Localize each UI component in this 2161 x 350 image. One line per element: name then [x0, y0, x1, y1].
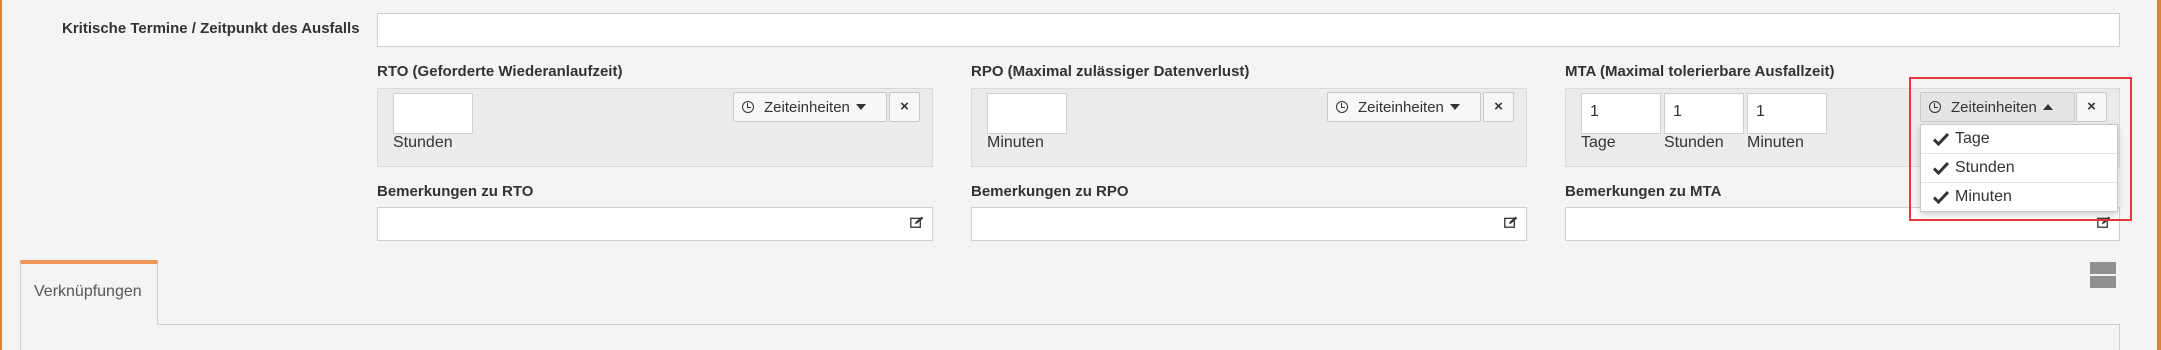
rto-remarks-input[interactable]: [377, 207, 933, 241]
tab-content-border-left: [20, 324, 21, 350]
mta-days-unit: Tage: [1581, 134, 1616, 151]
mta-minutes-input[interactable]: 1: [1747, 93, 1827, 134]
rto-remarks-label: Bemerkungen zu RTO: [377, 183, 534, 200]
rpo-timeunits-button[interactable]: Zeiteinheiten: [1327, 92, 1481, 122]
mta-hours-input[interactable]: 1: [1664, 93, 1744, 134]
rpo-remarks-label: Bemerkungen zu RPO: [971, 183, 1129, 200]
clock-icon: [1336, 101, 1348, 113]
mta-days-input[interactable]: 1: [1581, 93, 1661, 134]
rpo-label: RPO (Maximal zulässiger Datenverlust): [971, 63, 1250, 80]
rto-timeunits-label: Zeiteinheiten: [764, 98, 850, 116]
rpo-remarks-input[interactable]: [971, 207, 1527, 241]
rto-hours-input[interactable]: [393, 93, 473, 134]
rpo-remove-button[interactable]: ×: [1483, 92, 1514, 122]
tab-divider: [158, 324, 2120, 325]
mta-minutes-unit: Minuten: [1747, 134, 1804, 151]
rto-label: RTO (Geforderte Wiederanlaufzeit): [377, 63, 623, 80]
rto-remove-button[interactable]: ×: [889, 92, 920, 122]
rto-timeunits-button[interactable]: Zeiteinheiten: [733, 92, 887, 122]
caret-down-icon: [1449, 104, 1460, 110]
tab-content-border-right: [2119, 324, 2120, 350]
mta-label: MTA (Maximal tolerierbare Ausfallzeit): [1565, 63, 1835, 80]
clock-icon: [742, 101, 754, 113]
critical-dates-input[interactable]: [377, 13, 2120, 47]
layout-toggle-icon[interactable]: [2090, 262, 2116, 288]
rto-panel: Stunden Zeiteinheiten ×: [377, 88, 933, 167]
mta-remarks-label: Bemerkungen zu MTA: [1565, 183, 1722, 200]
rpo-minutes-input[interactable]: [987, 93, 1067, 134]
mta-hours-unit: Stunden: [1664, 134, 1724, 151]
critical-dates-label: Kritische Termine / Zeitpunkt des Ausfal…: [62, 20, 360, 37]
window-border-right: [2157, 0, 2161, 350]
edit-icon[interactable]: [910, 216, 924, 228]
rpo-minutes-unit: Minuten: [987, 134, 1044, 151]
rpo-timeunits-label: Zeiteinheiten: [1358, 98, 1444, 116]
highlight-annotation: [1909, 77, 2132, 221]
tab-verknuepfungen[interactable]: Verknüpfungen: [20, 260, 158, 325]
caret-down-icon: [855, 104, 866, 110]
rto-hours-unit: Stunden: [393, 134, 453, 151]
edit-icon[interactable]: [1504, 216, 1518, 228]
window-border-left: [0, 0, 2, 350]
rpo-panel: Minuten Zeiteinheiten ×: [971, 88, 1527, 167]
